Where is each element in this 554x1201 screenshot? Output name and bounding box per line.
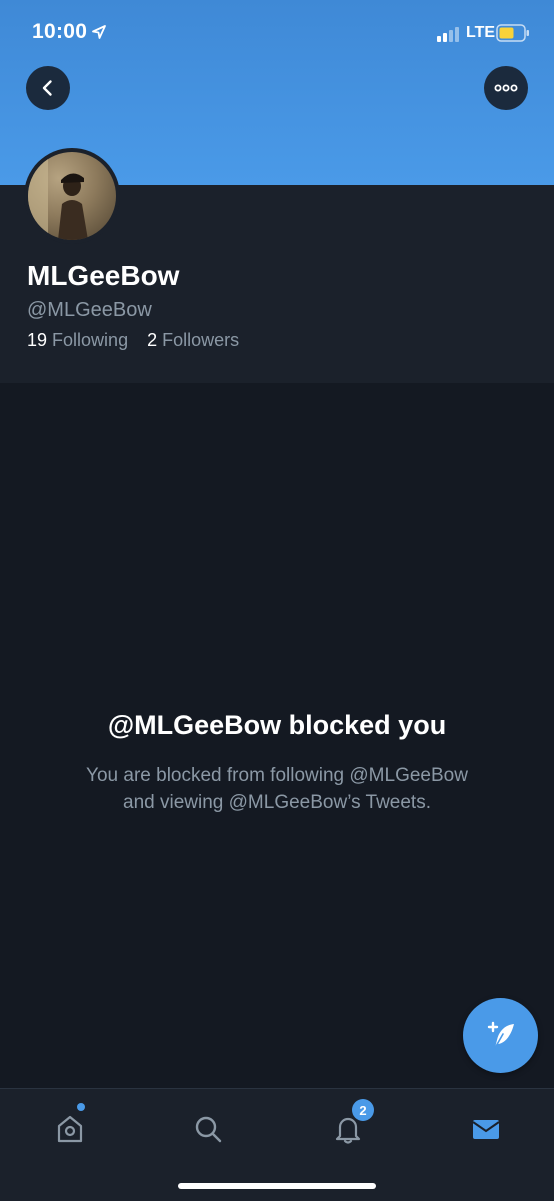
profile-handle: @MLGeeBow [27,299,152,321]
home-icon [57,1115,83,1143]
profile-stats: 19 Following 2 Followers [27,330,253,351]
blocked-message-line-2: and viewing @MLGeeBow’s Tweets. [123,792,431,813]
notifications-badge: 2 [352,1099,374,1121]
tab-messages[interactable] [456,1107,516,1151]
back-button[interactable] [26,66,70,110]
messages-icon [472,1120,500,1139]
blocked-title: @MLGeeBow blocked you [107,710,447,740]
tab-search[interactable] [178,1107,238,1151]
compose-tweet-button[interactable] [463,998,538,1073]
followers-label: Followers [162,330,240,350]
avatar-photo [28,152,116,240]
following-count: 19 [27,330,48,350]
profile-display-name: MLGeeBow [27,260,180,291]
more-dots-icon [494,84,518,92]
status-time: 10:00 [32,20,88,43]
location-arrow-icon [92,25,106,39]
following-link[interactable]: 19 Following [27,330,128,350]
signal-icon [437,27,459,42]
blocked-message: You are blocked from following @MLGeeBow… [0,762,554,816]
compose-feather-icon [487,1021,514,1049]
home-new-indicator [77,1103,85,1111]
tab-notifications[interactable]: 2 [318,1099,378,1151]
status-bar: 10:00 LTE [0,0,554,66]
following-label: Following [52,330,129,350]
home-indicator[interactable] [178,1183,376,1189]
search-icon [195,1116,222,1143]
chevron-left-icon [42,80,52,96]
followers-link[interactable]: 2 Followers [147,330,239,350]
battery-icon [496,24,529,42]
followers-count: 2 [147,330,158,350]
avatar[interactable] [24,148,120,244]
blocked-message-line-1: You are blocked from following @MLGeeBow [86,765,468,786]
tab-home[interactable] [40,1103,100,1151]
more-options-button[interactable] [484,66,528,110]
network-type: LTE [466,24,496,41]
